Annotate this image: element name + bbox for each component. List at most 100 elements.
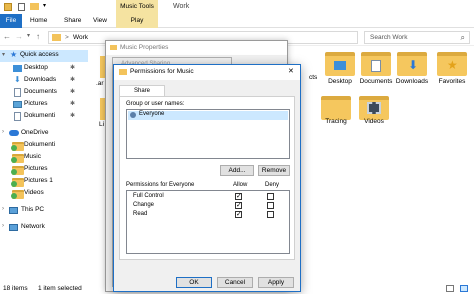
navigation-pane: ▾ ★ Quick access Desktop ✱ ⬇ Downloads ✱… — [0, 48, 96, 284]
tab-home[interactable]: Home — [30, 17, 47, 24]
details-view-icon[interactable] — [446, 285, 454, 292]
sidebar-item-documents[interactable]: Documents ✱ — [0, 87, 80, 99]
partial-tile-label: cts — [309, 74, 318, 81]
title-bar: ▾ Music Tools Work — [0, 0, 474, 14]
permission-name: Full Control — [133, 193, 164, 199]
search-input[interactable]: Search Work ⌕ — [364, 31, 470, 44]
permission-name: Change — [133, 202, 155, 208]
tiles-view-icon[interactable] — [460, 285, 468, 292]
sync-check-icon — [11, 181, 17, 187]
sync-check-icon — [11, 169, 17, 175]
sidebar-item-onedrive[interactable]: › OneDrive — [0, 128, 80, 140]
breadcrumb-sep[interactable]: > — [65, 34, 69, 41]
pin-icon: ✱ — [70, 113, 76, 119]
tab-file[interactable]: File — [0, 14, 22, 28]
sync-check-icon — [11, 193, 17, 199]
remove-button[interactable]: Remove — [258, 165, 290, 176]
permissions-dialog: Permissions for Music ✕ Share Permission… — [113, 64, 301, 292]
cancel-button[interactable]: Cancel — [217, 277, 253, 288]
tab-share[interactable]: Share — [64, 17, 81, 24]
sidebar-item-onedrive-dokumenti[interactable]: Dokumenti — [0, 140, 80, 152]
properties-title: Music Properties — [120, 44, 169, 51]
user-name: Everyone — [139, 111, 165, 117]
sidebar-item-this-pc[interactable]: › This PC — [0, 205, 80, 217]
ribbon-tabs: File Home Share View Play — [0, 14, 474, 28]
expand-icon[interactable]: › — [2, 206, 4, 212]
context-tab-label: Music Tools — [116, 0, 158, 14]
folder-icon — [52, 34, 61, 41]
sidebar-item-pictures[interactable]: Pictures ✱ — [0, 99, 80, 111]
star-icon: ★ — [10, 50, 18, 59]
film-overlay-icon — [367, 102, 381, 114]
deny-header: Deny — [265, 182, 280, 188]
deny-read-checkbox[interactable] — [267, 211, 274, 218]
expand-icon[interactable]: › — [2, 223, 4, 229]
ok-button[interactable]: OK — [176, 277, 212, 288]
download-icon: ⬇ — [14, 75, 21, 84]
properties-icon[interactable] — [18, 3, 25, 11]
sidebar-item-desktop[interactable]: Desktop ✱ — [0, 63, 80, 75]
sidebar-item-music[interactable]: Music — [0, 152, 80, 164]
permissions-label: Permissions for Everyone — [126, 182, 195, 188]
folder-icon — [110, 45, 117, 50]
allow-header: Allow — [233, 182, 248, 188]
tab-play[interactable]: Play — [116, 14, 158, 28]
forward-icon[interactable]: → — [15, 32, 23, 41]
new-folder-icon[interactable] — [30, 3, 39, 10]
permissions-titlebar: Permissions for Music ✕ — [114, 65, 300, 80]
tile-downloads[interactable]: ⬇ Downloads — [390, 52, 434, 86]
document-icon — [14, 112, 21, 121]
folder-icon — [321, 96, 351, 120]
sync-check-icon — [11, 157, 17, 163]
permission-name: Read — [133, 211, 148, 217]
sync-check-icon — [11, 145, 17, 151]
download-overlay-icon: ⬇ — [408, 58, 419, 72]
allow-change-checkbox[interactable]: ✓ — [235, 202, 242, 209]
allow-read-checkbox[interactable]: ✓ — [235, 211, 242, 218]
selection-count: 1 item selected — [38, 285, 82, 292]
document-icon — [14, 88, 21, 97]
apply-button[interactable]: Apply — [258, 277, 294, 288]
deny-full-control-checkbox[interactable] — [267, 193, 274, 200]
pin-icon: ✱ — [70, 77, 76, 83]
breadcrumb[interactable]: Work — [73, 34, 88, 41]
back-icon[interactable]: ← — [3, 32, 11, 41]
sidebar-item-quick-access[interactable]: ▾ ★ Quick access — [0, 50, 88, 62]
pin-icon: ✱ — [70, 101, 76, 107]
chevron-down-icon[interactable]: ▾ — [43, 2, 46, 9]
user-list[interactable]: Everyone — [126, 109, 290, 159]
add-button[interactable]: Add... — [220, 165, 254, 176]
computer-icon — [9, 207, 18, 214]
item-count: 18 items — [3, 285, 28, 292]
list-item[interactable]: Everyone — [128, 111, 288, 120]
app-icon — [4, 3, 12, 11]
up-icon[interactable]: ↑ — [36, 32, 40, 41]
sidebar-item-onedrive-pictures[interactable]: Pictures — [0, 164, 80, 176]
allow-full-control-checkbox[interactable]: ✓ — [235, 193, 242, 200]
tile-favorites[interactable]: ★ Favorites — [430, 52, 474, 86]
recent-chevron-icon[interactable]: ▾ — [27, 32, 30, 39]
sidebar-item-videos[interactable]: Videos — [0, 188, 80, 200]
cloud-icon — [9, 130, 19, 136]
sidebar-item-network[interactable]: › Network — [0, 222, 80, 234]
expand-icon[interactable]: › — [2, 129, 4, 135]
partial-tile-label: .ar — [96, 80, 104, 87]
search-placeholder: Search Work — [370, 34, 408, 41]
network-icon — [9, 224, 18, 231]
sidebar-item-downloads[interactable]: ⬇ Downloads ✱ — [0, 75, 80, 87]
dialog-title: Permissions for Music — [130, 68, 194, 75]
window-title: Work — [173, 3, 190, 10]
deny-change-checkbox[interactable] — [267, 202, 274, 209]
tile-videos[interactable]: Videos — [352, 96, 396, 130]
sidebar-item-pictures-1[interactable]: Pictures 1 — [0, 176, 80, 188]
tab-panel: Group or user names: Everyone Add... Rem… — [119, 96, 295, 260]
tab-view[interactable]: View — [93, 17, 107, 24]
close-icon[interactable]: ✕ — [288, 67, 294, 75]
permissions-table: Full Control ✓ Change ✓ Read ✓ — [126, 190, 290, 254]
pin-icon: ✱ — [70, 89, 76, 95]
desktop-icon — [13, 65, 22, 72]
expand-icon[interactable]: ▾ — [2, 51, 5, 58]
pin-icon: ✱ — [70, 65, 76, 71]
sidebar-item-dokumenti[interactable]: Dokumenti ✱ — [0, 111, 80, 123]
search-icon[interactable]: ⌕ — [461, 33, 465, 43]
